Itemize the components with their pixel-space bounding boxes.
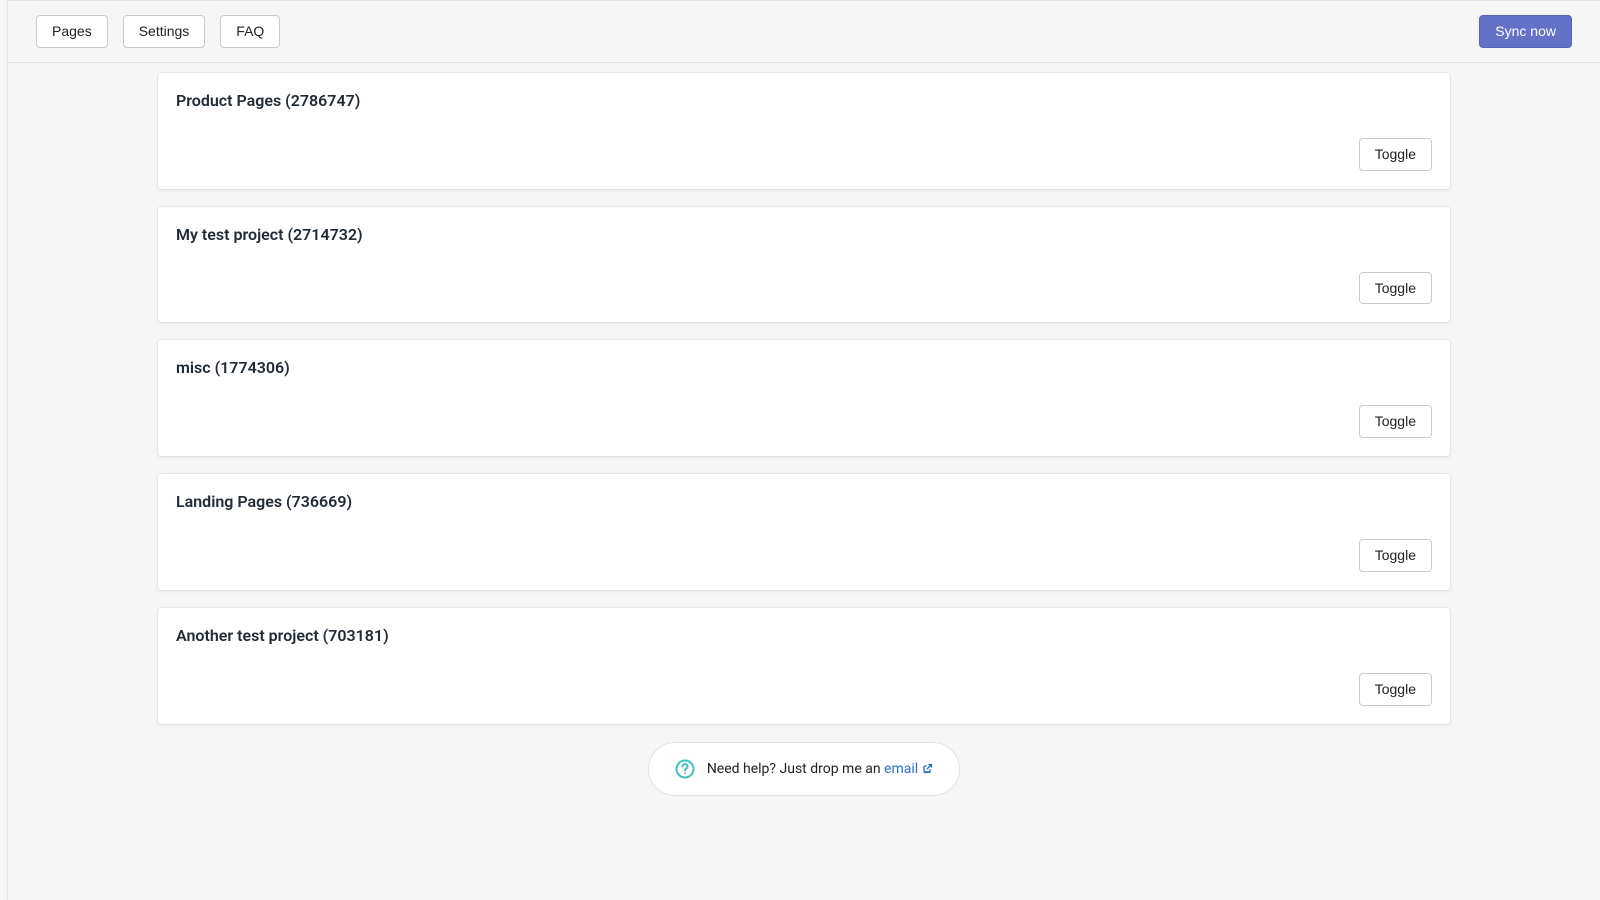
toggle-button[interactable]: Toggle [1359,272,1432,305]
project-card: Product Pages (2786747) Toggle [158,73,1450,189]
project-title: Product Pages (2786747) [176,91,1432,110]
nav-group: Pages Settings FAQ [36,15,280,48]
toggle-button[interactable]: Toggle [1359,539,1432,572]
email-link[interactable]: email [884,761,933,777]
project-card: misc (1774306) Toggle [158,340,1450,456]
project-card: Landing Pages (736669) Toggle [158,474,1450,590]
help-text-prefix: Need help? Just drop me an [707,761,884,777]
sync-now-button[interactable]: Sync now [1479,15,1572,48]
content-area: Product Pages (2786747) Toggle My test p… [8,63,1600,826]
top-bar: Pages Settings FAQ Sync now [8,1,1600,63]
project-title: Landing Pages (736669) [176,492,1432,511]
toggle-button[interactable]: Toggle [1359,405,1432,438]
pages-button[interactable]: Pages [36,15,108,48]
faq-button[interactable]: FAQ [220,15,280,48]
toggle-button[interactable]: Toggle [1359,138,1432,171]
external-link-icon [922,763,933,774]
project-title: My test project (2714732) [176,225,1432,244]
email-link-label: email [884,761,918,777]
help-text: Need help? Just drop me an email [707,761,933,777]
project-card: Another test project (703181) Toggle [158,608,1450,724]
help-pill: Need help? Just drop me an email [648,742,960,796]
project-title: misc (1774306) [176,358,1432,377]
settings-button[interactable]: Settings [123,15,206,48]
question-circle-icon [675,759,695,779]
toggle-button[interactable]: Toggle [1359,673,1432,706]
project-title: Another test project (703181) [176,626,1432,645]
project-card: My test project (2714732) Toggle [158,207,1450,323]
